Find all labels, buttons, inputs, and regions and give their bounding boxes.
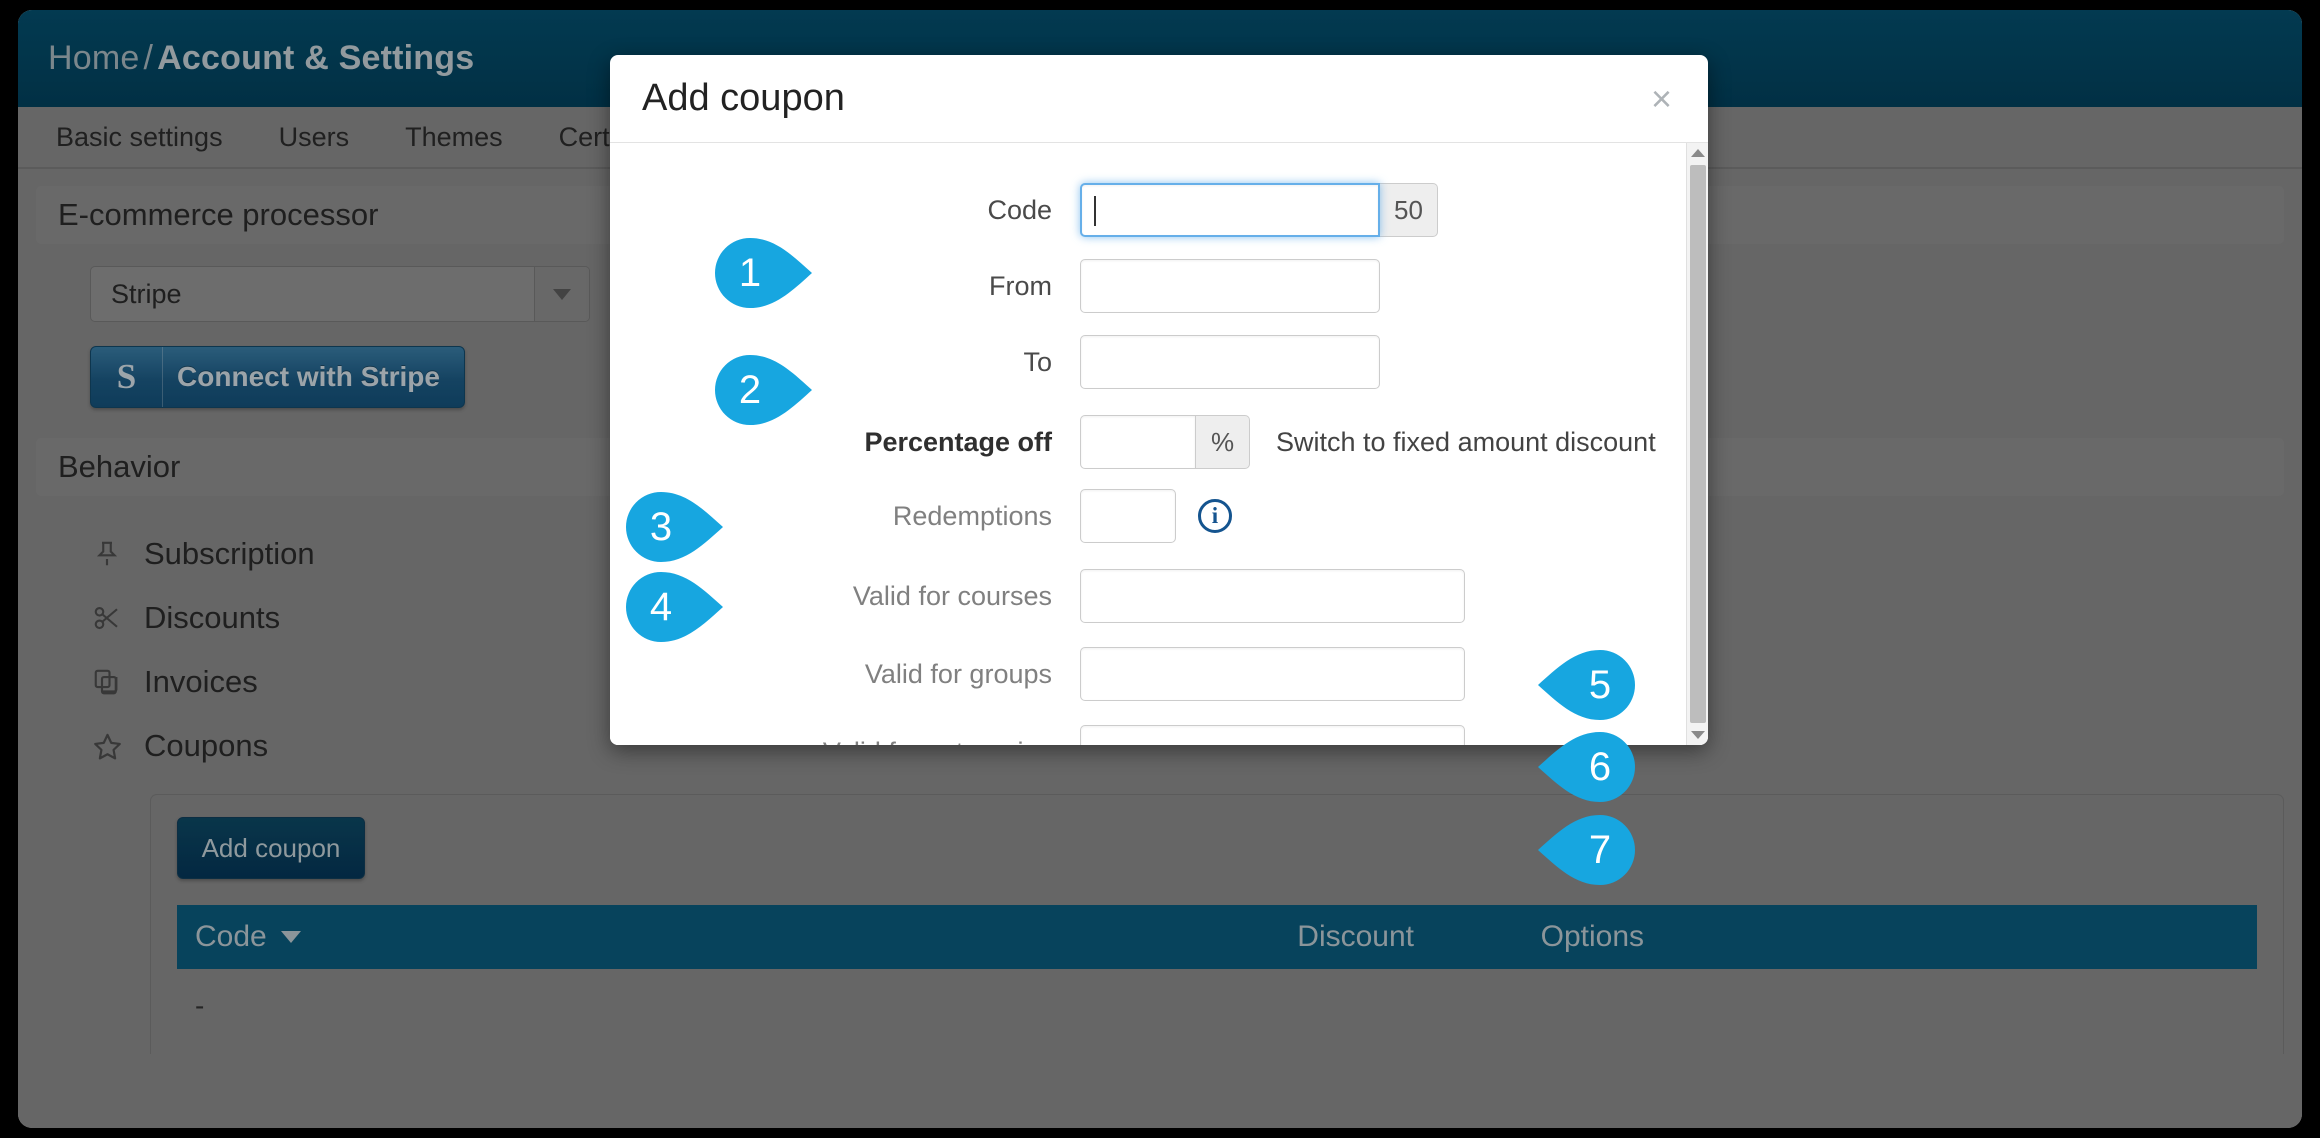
modal-title: Add coupon [642,77,845,119]
callout-badge-2: 2 [715,355,813,425]
callout-number: 5 [1588,662,1612,707]
label-valid-for-categories: Valid for categories [610,737,1080,746]
code-field-group: 50 [1080,183,1438,237]
info-icon[interactable]: i [1198,499,1232,533]
code-char-counter: 50 [1380,183,1438,237]
label-percentage-off: Percentage off [864,426,1052,457]
percentage-field-group: % [1080,415,1250,469]
callout-badge-7: 7 [1537,815,1635,885]
form-row-valid-for-categories: Valid for categories [610,725,1686,745]
callout-number: 3 [649,504,673,549]
modal-scrollbar[interactable] [1686,143,1708,745]
coupon-form: Code 50 From To Percentage off % Switch … [610,143,1686,745]
form-row-code: Code 50 [610,183,1686,237]
from-date-input[interactable] [1080,259,1380,313]
callout-number: 1 [738,250,762,295]
form-row-redemptions: Redemptions i [610,489,1686,543]
label-valid-for-groups: Valid for groups [864,658,1052,689]
close-icon[interactable]: × [1645,77,1678,121]
redemptions-input[interactable] [1080,489,1176,543]
text-cursor [1094,196,1096,226]
valid-for-groups-input[interactable] [1080,647,1465,701]
callout-badge-5: 5 [1537,650,1635,720]
switch-to-fixed-amount-link[interactable]: Switch to fixed amount discount [1276,427,1656,458]
modal-body: Code 50 From To Percentage off % Switch … [610,143,1686,745]
callout-number: 2 [738,367,762,412]
label-to: To [1023,346,1052,377]
valid-for-categories-input[interactable] [1080,725,1465,745]
valid-for-courses-input[interactable] [1080,569,1465,623]
label-from: From [989,270,1052,301]
callout-badge-1: 1 [715,238,813,308]
modal-header: Add coupon × [610,55,1708,143]
form-row-valid-for-groups: Valid for groups [610,647,1686,701]
app-window: Home / Account & Settings Basic settings U… [18,10,2302,1128]
percent-suffix: % [1196,415,1250,469]
label-code: Code [987,194,1052,225]
callout-badge-3: 3 [626,492,724,562]
callout-badge-4: 4 [626,572,724,642]
callout-badge-6: 6 [1537,732,1635,802]
callout-number: 6 [1588,744,1612,789]
callout-number: 4 [649,584,673,629]
code-input[interactable] [1080,183,1380,237]
scrollbar-thumb[interactable] [1689,165,1706,723]
to-date-input[interactable] [1080,335,1380,389]
callout-number: 7 [1588,827,1612,872]
scroll-down-icon[interactable] [1687,725,1708,745]
form-row-valid-for-courses: Valid for courses [610,569,1686,623]
scroll-up-icon[interactable] [1687,143,1708,163]
percentage-off-input[interactable] [1080,415,1196,469]
